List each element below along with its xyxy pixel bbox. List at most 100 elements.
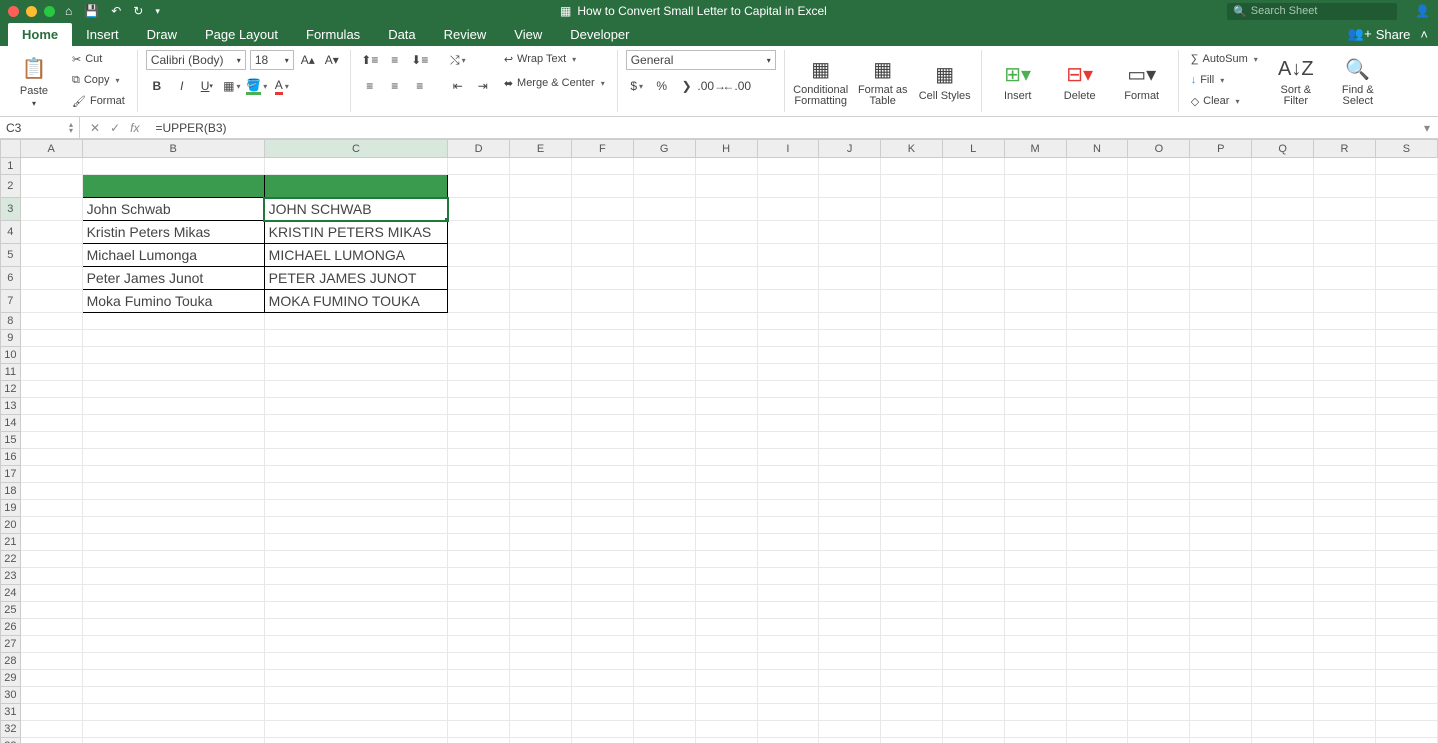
cell-H17[interactable] — [695, 466, 757, 483]
cell-C9[interactable] — [264, 330, 448, 347]
cell-K20[interactable] — [881, 517, 943, 534]
cell-H6[interactable] — [695, 267, 757, 290]
cell-S25[interactable] — [1375, 602, 1437, 619]
formula-input[interactable]: =UPPER(B3) — [149, 121, 1416, 135]
cell-C13[interactable] — [264, 398, 448, 415]
cell-S6[interactable] — [1375, 267, 1437, 290]
paste-button[interactable]: 📋 Paste ▾ — [6, 50, 62, 112]
row-header-9[interactable]: 9 — [1, 330, 21, 347]
cell-S23[interactable] — [1375, 568, 1437, 585]
cell-N23[interactable] — [1066, 568, 1128, 585]
cell-S17[interactable] — [1375, 466, 1437, 483]
cell-B6[interactable]: Peter James Junot — [82, 267, 264, 290]
cell-P12[interactable] — [1190, 381, 1252, 398]
cell-Q24[interactable] — [1252, 585, 1314, 602]
cell-F28[interactable] — [571, 653, 633, 670]
cell-G18[interactable] — [633, 483, 695, 500]
find-select-button[interactable]: 🔍Find & Select — [1330, 50, 1386, 112]
col-header-R[interactable]: R — [1314, 140, 1376, 158]
cell-F8[interactable] — [571, 313, 633, 330]
cell-H8[interactable] — [695, 313, 757, 330]
cell-Q14[interactable] — [1252, 415, 1314, 432]
cell-L10[interactable] — [942, 347, 1004, 364]
cell-S12[interactable] — [1375, 381, 1437, 398]
cell-O22[interactable] — [1128, 551, 1190, 568]
cell-L21[interactable] — [942, 534, 1004, 551]
number-format-select[interactable]: General▾ — [626, 50, 776, 70]
cell-B19[interactable] — [82, 500, 264, 517]
cell-O33[interactable] — [1128, 738, 1190, 743]
cell-S4[interactable] — [1375, 221, 1437, 244]
cell-P16[interactable] — [1190, 449, 1252, 466]
cell-C18[interactable] — [264, 483, 448, 500]
cell-A9[interactable] — [20, 330, 82, 347]
cell-F6[interactable] — [571, 267, 633, 290]
cell-S26[interactable] — [1375, 619, 1437, 636]
cell-F22[interactable] — [571, 551, 633, 568]
row-header-2[interactable]: 2 — [1, 175, 21, 198]
col-header-L[interactable]: L — [942, 140, 1004, 158]
cell-E22[interactable] — [510, 551, 572, 568]
cell-I1[interactable] — [757, 158, 819, 175]
cell-I7[interactable] — [757, 290, 819, 313]
col-header-B[interactable]: B — [82, 140, 264, 158]
cell-Q9[interactable] — [1252, 330, 1314, 347]
cell-D21[interactable] — [448, 534, 510, 551]
cell-K32[interactable] — [881, 721, 943, 738]
cell-C31[interactable] — [264, 704, 448, 721]
cell-K22[interactable] — [881, 551, 943, 568]
underline-button[interactable]: U▾ — [196, 76, 218, 96]
cell-E33[interactable] — [510, 738, 572, 743]
cell-R17[interactable] — [1314, 466, 1376, 483]
cell-H33[interactable] — [695, 738, 757, 743]
cell-Q23[interactable] — [1252, 568, 1314, 585]
cell-L12[interactable] — [942, 381, 1004, 398]
cell-H9[interactable] — [695, 330, 757, 347]
cell-G31[interactable] — [633, 704, 695, 721]
cell-N29[interactable] — [1066, 670, 1128, 687]
cell-K30[interactable] — [881, 687, 943, 704]
cell-N31[interactable] — [1066, 704, 1128, 721]
cell-L14[interactable] — [942, 415, 1004, 432]
cell-N9[interactable] — [1066, 330, 1128, 347]
row-header-26[interactable]: 26 — [1, 619, 21, 636]
clear-button[interactable]: ◇Clear — [1187, 92, 1262, 110]
cell-K12[interactable] — [881, 381, 943, 398]
cell-H7[interactable] — [695, 290, 757, 313]
cell-L3[interactable] — [942, 198, 1004, 221]
cell-K1[interactable] — [881, 158, 943, 175]
cell-L7[interactable] — [942, 290, 1004, 313]
cell-P20[interactable] — [1190, 517, 1252, 534]
cell-J3[interactable] — [819, 198, 881, 221]
cell-D26[interactable] — [448, 619, 510, 636]
cell-B22[interactable] — [82, 551, 264, 568]
cell-C33[interactable] — [264, 738, 448, 743]
cell-K31[interactable] — [881, 704, 943, 721]
col-header-D[interactable]: D — [448, 140, 510, 158]
cell-N33[interactable] — [1066, 738, 1128, 743]
cell-K16[interactable] — [881, 449, 943, 466]
cell-I30[interactable] — [757, 687, 819, 704]
cell-I33[interactable] — [757, 738, 819, 743]
cell-E30[interactable] — [510, 687, 572, 704]
cell-A12[interactable] — [20, 381, 82, 398]
cell-M20[interactable] — [1004, 517, 1066, 534]
cell-I20[interactable] — [757, 517, 819, 534]
cell-G4[interactable] — [633, 221, 695, 244]
cell-O6[interactable] — [1128, 267, 1190, 290]
tab-formulas[interactable]: Formulas — [292, 23, 374, 46]
cell-M14[interactable] — [1004, 415, 1066, 432]
cell-L32[interactable] — [942, 721, 1004, 738]
cell-M11[interactable] — [1004, 364, 1066, 381]
cell-Q11[interactable] — [1252, 364, 1314, 381]
cell-J1[interactable] — [819, 158, 881, 175]
cell-L5[interactable] — [942, 244, 1004, 267]
cell-J22[interactable] — [819, 551, 881, 568]
cell-G2[interactable] — [633, 175, 695, 198]
cell-J8[interactable] — [819, 313, 881, 330]
cell-M23[interactable] — [1004, 568, 1066, 585]
percent-button[interactable]: % — [651, 76, 673, 96]
cell-P13[interactable] — [1190, 398, 1252, 415]
cell-A25[interactable] — [20, 602, 82, 619]
cell-R16[interactable] — [1314, 449, 1376, 466]
